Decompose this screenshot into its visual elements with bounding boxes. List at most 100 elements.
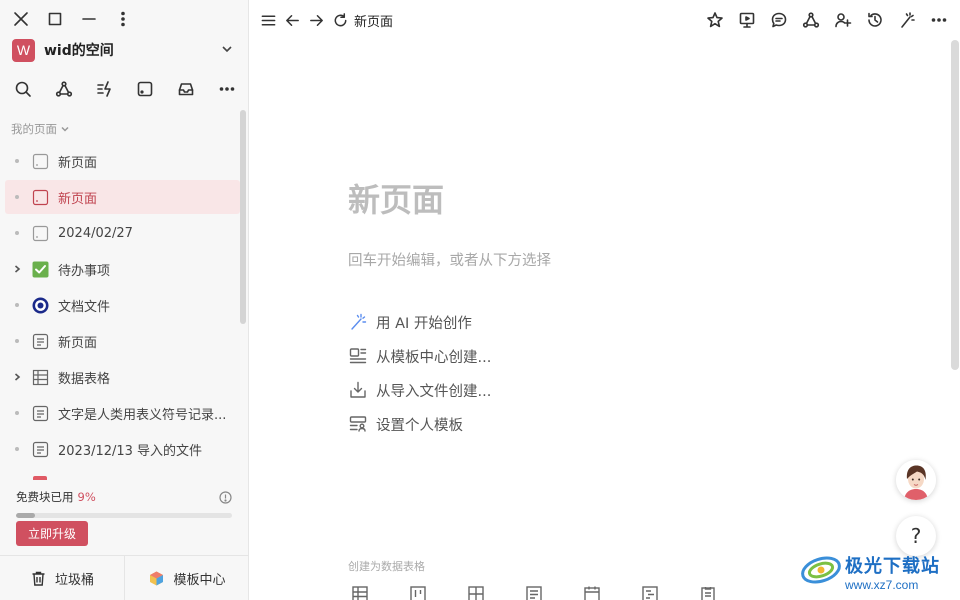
kanban-view-icon[interactable] xyxy=(409,585,427,600)
doc-icon xyxy=(31,440,49,458)
database-type-row xyxy=(351,585,757,600)
sidebar-page-label: 数据表格 xyxy=(58,371,111,387)
menu-icon[interactable] xyxy=(257,9,279,31)
sidebar-page-label: 新页面 xyxy=(58,191,98,207)
sidebar-page-label: 文字是人类用表义符号记录... xyxy=(58,407,227,423)
option-label: 从模板中心创建... xyxy=(376,349,492,366)
share-user-icon[interactable] xyxy=(832,9,854,31)
search-icon[interactable] xyxy=(12,78,34,100)
assistant-avatar-icon xyxy=(896,460,936,500)
doc-icon xyxy=(31,404,49,422)
table-view-icon[interactable] xyxy=(351,585,369,600)
chevron-down-icon[interactable] xyxy=(220,41,234,60)
inbox-icon[interactable] xyxy=(175,78,197,100)
sidebar-page-item[interactable]: 新页面 xyxy=(5,180,240,214)
sidebar-page-item[interactable]: 文档文件 xyxy=(5,288,240,322)
import-icon xyxy=(350,381,366,398)
breadcrumb[interactable]: 新页面 xyxy=(354,11,393,30)
quick-actions-icon[interactable] xyxy=(94,78,116,100)
trash-button[interactable]: 垃圾桶 xyxy=(0,556,124,600)
list-view-icon[interactable] xyxy=(525,585,543,600)
sidebar: W wid的空间 我的页面 新页面 新页面 2024/02/27 待办事项 文档文 xyxy=(0,0,249,600)
form-view-icon[interactable] xyxy=(699,585,717,600)
my-pages-label: 我的页面 xyxy=(11,122,57,136)
editor-placeholder[interactable]: 回车开始编辑，或者从下方选择 xyxy=(348,249,551,270)
close-icon[interactable] xyxy=(10,8,32,30)
sidebar-page-label: 待办事项 xyxy=(58,263,111,279)
watermark-title: 极光下载站 xyxy=(845,556,940,577)
trash-label: 垃圾桶 xyxy=(54,572,94,588)
chevron-right-icon[interactable] xyxy=(11,263,23,275)
sidebar-toolbar xyxy=(12,78,238,100)
back-arrow-icon[interactable] xyxy=(281,9,303,31)
sidebar-scrollbar[interactable] xyxy=(240,110,246,324)
minimize-icon[interactable] xyxy=(78,8,100,30)
ai-wand-icon xyxy=(351,313,367,330)
comment-icon[interactable] xyxy=(768,9,790,31)
sidebar-page-label: 2024/02/27 xyxy=(58,225,133,241)
my-pages-header[interactable]: 我的页面 xyxy=(11,121,70,137)
more-horizontal-icon[interactable] xyxy=(928,9,950,31)
sidebar-page-item[interactable]: 待办事项 xyxy=(5,252,240,286)
watermark-url: www.xz7.com xyxy=(845,578,919,592)
bullet-dot-icon xyxy=(11,227,23,239)
workspace-switcher[interactable]: W wid的空间 xyxy=(12,38,234,62)
sidebar-page-item[interactable]: 2023/12/13 导入的文件 xyxy=(5,432,240,466)
more-horizontal-icon[interactable] xyxy=(216,78,238,100)
partial-page-icon xyxy=(33,476,47,480)
refresh-icon[interactable] xyxy=(329,9,351,31)
option-label: 设置个人模板 xyxy=(376,417,463,434)
sidebar-page-label: 新页面 xyxy=(58,155,98,171)
watermark-logo: 极光下载站 www.xz7.com xyxy=(799,548,959,596)
sidebar-page-item[interactable]: 新页面 xyxy=(5,324,240,358)
sidebar-page-label: 新页面 xyxy=(58,335,98,351)
option-from-template[interactable]: 从模板中心创建... xyxy=(348,339,491,373)
sidebar-page-item[interactable]: 2024/02/27 xyxy=(5,216,240,250)
option-from-import[interactable]: 从导入文件创建... xyxy=(348,373,491,407)
sidebar-page-item[interactable]: 新页面 xyxy=(5,144,240,178)
assistant-avatar-button[interactable] xyxy=(896,460,936,500)
page-title[interactable]: 新页面 xyxy=(348,175,444,221)
watermark-swirl-icon xyxy=(799,552,843,592)
forward-arrow-icon[interactable] xyxy=(305,9,327,31)
sidebar-page-item[interactable]: 数据表格 xyxy=(5,360,240,394)
sidebar-page-label: 文档文件 xyxy=(58,299,111,315)
history-icon[interactable] xyxy=(864,9,886,31)
page-icon xyxy=(31,152,49,170)
page-icon xyxy=(31,224,49,242)
maximize-icon[interactable] xyxy=(44,8,66,30)
editor-scrollbar[interactable] xyxy=(951,40,959,370)
bullet-dot-icon xyxy=(11,299,23,311)
trash-icon xyxy=(32,571,45,586)
option-personal-template[interactable]: 设置个人模板 xyxy=(348,407,491,441)
workspace-avatar: W xyxy=(12,38,35,62)
nav-buttons xyxy=(257,9,351,31)
graph-icon[interactable] xyxy=(53,78,75,100)
template-center-button[interactable]: 模板中心 xyxy=(124,556,249,600)
option-label: 用 AI 开始创作 xyxy=(376,315,472,332)
start-options: 用 AI 开始创作 从模板中心创建... 从导入文件创建... 设置个人模板 xyxy=(348,305,491,441)
more-vertical-icon[interactable] xyxy=(112,8,134,30)
template-center-label: 模板中心 xyxy=(173,572,226,588)
page-icon xyxy=(31,188,49,206)
upgrade-button[interactable]: 立即升级 xyxy=(16,521,88,546)
info-icon[interactable] xyxy=(219,490,232,504)
page-actions xyxy=(704,9,950,31)
page-square-icon[interactable] xyxy=(134,78,156,100)
option-ai-create[interactable]: 用 AI 开始创作 xyxy=(348,305,491,339)
ai-wand-icon[interactable] xyxy=(896,9,918,31)
sidebar-page-label: 2023/12/13 导入的文件 xyxy=(58,443,203,459)
sidebar-page-item[interactable]: 文字是人类用表义符号记录... xyxy=(5,396,240,430)
calendar-view-icon[interactable] xyxy=(583,585,601,600)
chevron-right-icon[interactable] xyxy=(11,371,23,383)
quota-label: 免费块已用 xyxy=(16,490,74,504)
option-label: 从导入文件创建... xyxy=(376,383,492,400)
gallery-view-icon[interactable] xyxy=(467,585,485,600)
timeline-view-icon[interactable] xyxy=(641,585,659,600)
table-icon xyxy=(31,368,49,386)
graph-icon[interactable] xyxy=(800,9,822,31)
window-controls xyxy=(10,8,134,30)
present-icon[interactable] xyxy=(736,9,758,31)
star-icon[interactable] xyxy=(704,9,726,31)
top-toolbar: 新页面 xyxy=(249,0,960,40)
